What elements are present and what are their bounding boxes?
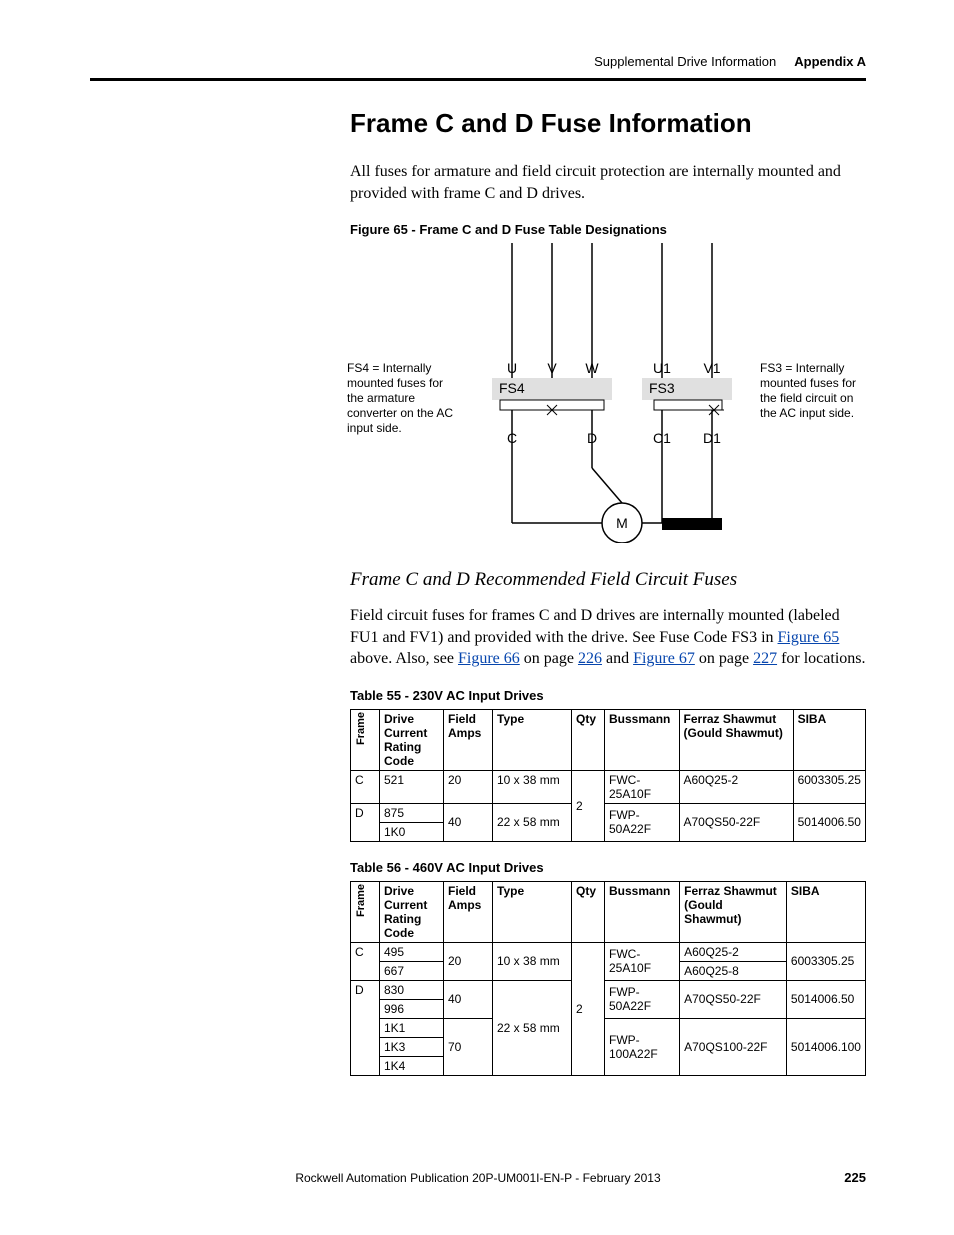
th-field: Field Amps <box>444 709 493 770</box>
header-rule <box>90 78 866 81</box>
th-code: Drive Current Rating Code <box>380 881 444 942</box>
th-type: Type <box>493 881 572 942</box>
label-fs4: FS4 <box>499 380 525 396</box>
figure65-diagram: U V W U1 V1 FS4 FS3 <box>482 243 762 543</box>
figure65: FS4 = Internally mounted fuses for the a… <box>350 243 866 543</box>
th-siba: SIBA <box>793 709 865 770</box>
label-v: V <box>547 360 557 376</box>
link-page227[interactable]: 227 <box>753 650 777 667</box>
th-qty: Qty <box>572 881 605 942</box>
th-field: Field Amps <box>444 881 493 942</box>
th-code: Drive Current Rating Code <box>380 709 444 770</box>
figure65-caption: Figure 65 - Frame C and D Fuse Table Des… <box>350 222 866 237</box>
label-w: W <box>585 360 599 376</box>
header-appendix: Appendix A <box>794 54 866 69</box>
field-fuse-paragraph: Field circuit fuses for frames C and D d… <box>350 605 866 670</box>
th-ferraz: Ferraz Shawmut (Gould Shawmut) <box>680 881 787 942</box>
label-v1: V1 <box>703 360 720 376</box>
figure65-left-note: FS4 = Internally mounted fuses for the a… <box>347 361 457 436</box>
label-m: M <box>616 515 628 531</box>
header-breadcrumb: Supplemental Drive Information Appendix … <box>594 54 866 69</box>
th-buss: Bussmann <box>605 881 680 942</box>
label-u1: U1 <box>653 360 671 376</box>
th-type: Type <box>493 709 572 770</box>
table-row: 1K1 70 FWP-100A22F A70QS100-22F 5014006.… <box>351 1018 866 1037</box>
table-row: C 495 20 10 x 38 mm 2 FWC-25A10F A60Q25-… <box>351 942 866 961</box>
th-frame: Frame <box>355 884 367 917</box>
table-row: C 521 20 10 x 38 mm 2 FWC-25A10F A60Q25-… <box>351 770 866 803</box>
table55: Frame Drive Current Rating Code Field Am… <box>350 709 866 842</box>
th-qty: Qty <box>572 709 605 770</box>
table56: Frame Drive Current Rating Code Field Am… <box>350 881 866 1076</box>
label-fs3: FS3 <box>649 380 675 396</box>
table56-caption: Table 56 - 460V AC Input Drives <box>350 860 866 875</box>
footer-page-number: 225 <box>844 1170 866 1185</box>
th-siba: SIBA <box>786 881 865 942</box>
intro-paragraph: All fuses for armature and field circuit… <box>350 161 866 204</box>
figure65-right-note: FS3 = Internally mounted fuses for the f… <box>760 361 870 421</box>
footer-publication: Rockwell Automation Publication 20P-UM00… <box>90 1171 866 1185</box>
link-figure65[interactable]: Figure 65 <box>778 629 840 646</box>
header-section: Supplemental Drive Information <box>594 54 776 69</box>
page-title: Frame C and D Fuse Information <box>350 108 866 139</box>
link-figure67[interactable]: Figure 67 <box>633 650 695 667</box>
table-row: D 875 40 22 x 58 mm FWP-50A22F A70QS50-2… <box>351 803 866 822</box>
th-ferraz: Ferraz Shawmut (Gould Shawmut) <box>679 709 793 770</box>
label-u: U <box>507 360 517 376</box>
link-page226[interactable]: 226 <box>578 650 602 667</box>
subhead-field-fuses: Frame C and D Recommended Field Circuit … <box>350 569 866 591</box>
table-row: D 830 40 22 x 58 mm FWP-50A22F A70QS50-2… <box>351 980 866 999</box>
table55-caption: Table 55 - 230V AC Input Drives <box>350 688 866 703</box>
link-figure66[interactable]: Figure 66 <box>458 650 520 667</box>
th-buss: Bussmann <box>605 709 680 770</box>
th-frame: Frame <box>355 712 367 745</box>
